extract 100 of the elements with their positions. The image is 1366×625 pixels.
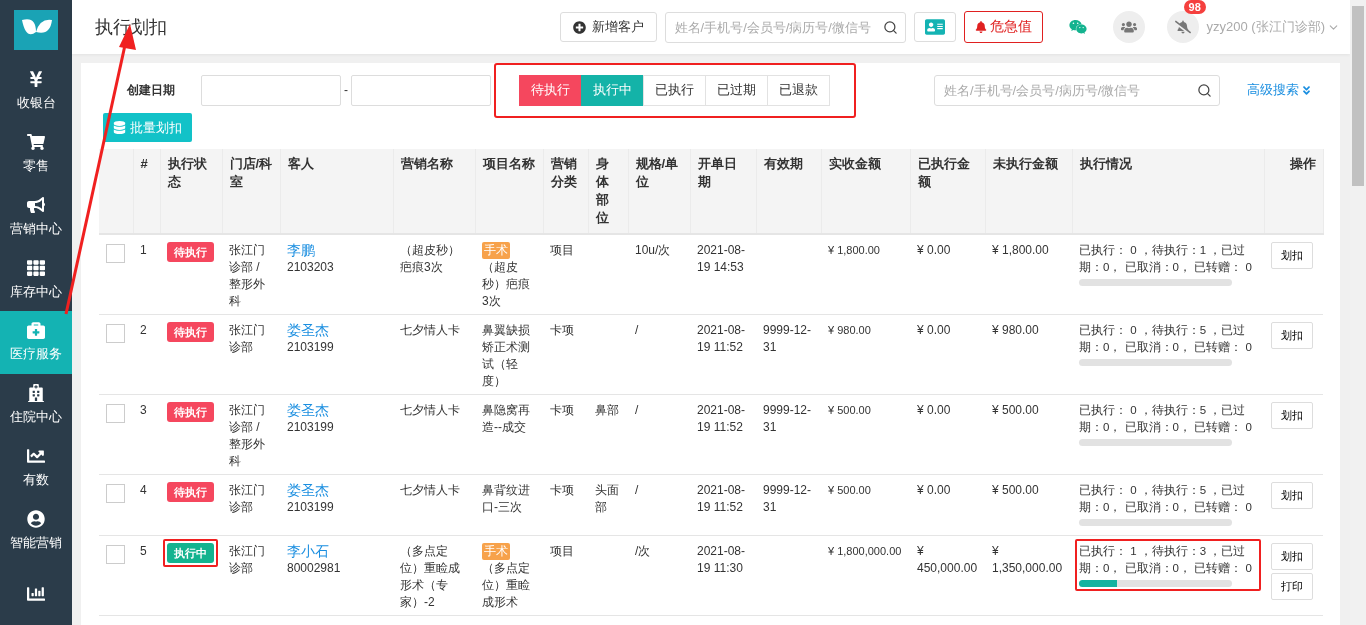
search-field[interactable]: 姓名/手机号/会员号/病历号/微信号: [664, 11, 906, 43]
customer-link[interactable]: 李鹏: [287, 242, 386, 259]
table-cell-text: ¥ 980.00: [828, 323, 872, 338]
sidebar-item[interactable]: 智能营销: [0, 499, 72, 563]
table-cell-text: 头面部: [595, 482, 620, 516]
table-cell-text: 10u/次: [635, 242, 672, 259]
search-icon: [1197, 82, 1212, 98]
notification-button[interactable]: [1166, 11, 1199, 43]
sidebar-item[interactable]: 有数: [0, 436, 72, 500]
status-tab[interactable]: 已退款: [767, 74, 830, 106]
sidebar-item[interactable]: 零售: [0, 122, 72, 186]
action-button[interactable]: 划扣: [1271, 242, 1313, 269]
customer-id: 2103199: [287, 339, 335, 356]
row-number: 2: [140, 322, 148, 339]
progress-text: 已执行： 0 ，待执行：5 ，已过期：0， 已取消：0， 已转赠： 0: [1079, 403, 1253, 435]
action-button[interactable]: 划扣: [1271, 482, 1313, 509]
action-button[interactable]: 划扣: [1271, 543, 1313, 570]
chat-icon[interactable]: [1068, 18, 1087, 36]
advanced-search-link[interactable]: 高级搜索: [1247, 81, 1312, 99]
column-header: 项目名称: [475, 149, 543, 234]
table-cell-text: /: [635, 402, 640, 419]
plus-icon: [572, 20, 586, 34]
status-tab[interactable]: 待执行: [519, 74, 582, 106]
progress-text: 已执行： 0 ，待执行：5 ，已过期：0， 已取消：0， 已转赠： 0: [1079, 483, 1253, 515]
line-chart-icon: [27, 447, 45, 465]
table-cell-text: 张江门诊部 / 整形外科: [229, 242, 266, 310]
cart-icon: [27, 133, 45, 151]
status-tab[interactable]: 已过期: [705, 74, 768, 106]
table-cell-text: ¥ 500.00: [992, 482, 1040, 499]
table-cell-text: 卡项: [550, 322, 575, 339]
table-cell-text: ¥ 1,350,000.00: [992, 543, 1064, 577]
column-header: 门店/科室: [222, 149, 280, 234]
alert-button[interactable]: 危急值: [963, 11, 1043, 43]
tag: 手术: [482, 543, 510, 560]
row-number: 1: [140, 242, 148, 259]
sidebar-item[interactable]: 住院中心: [0, 373, 72, 437]
id-card-button[interactable]: [913, 12, 956, 42]
date-label: 创建日期: [126, 81, 176, 99]
table-cell-text: 9999-12-31: [763, 322, 813, 356]
customer-link[interactable]: 李小石: [287, 543, 386, 560]
column-header: 身体部位: [588, 149, 628, 234]
sidebar-item[interactable]: 库存中心: [0, 248, 72, 311]
table-cell-text: （多点定位）重睑成形术（专家）-2: [400, 543, 461, 611]
table-cell-text: 项目: [550, 242, 575, 259]
person-icon: [27, 509, 45, 528]
customer-link[interactable]: 娄圣杰: [287, 402, 386, 419]
table-cell-text: ¥ 500.00: [828, 483, 872, 498]
table-cell-text: 2021-08-19 14:53: [697, 242, 747, 276]
table-cell-text: 鼻背纹进口-三次: [482, 482, 531, 516]
column-header: 执行情况: [1072, 149, 1264, 234]
table-cell-text: ¥ 1,800.00: [992, 242, 1050, 259]
sidebar-item[interactable]: 收银台: [0, 59, 72, 123]
alarm-icon: [974, 21, 987, 33]
column-header: 客人: [280, 149, 393, 234]
bell-off-icon: [1174, 19, 1191, 35]
table-cell-text: 卡项: [550, 402, 575, 419]
row-checkbox[interactable]: [106, 404, 125, 423]
table-cell-text: 9999-12-31: [763, 482, 813, 516]
table-cell-text: 2021-08-19 11:52: [697, 402, 747, 436]
date-field[interactable]: [201, 74, 341, 106]
date-field[interactable]: [351, 74, 491, 106]
date-separator: -: [344, 83, 348, 97]
row-checkbox[interactable]: [106, 244, 125, 263]
table-cell-text: ¥ 0.00: [917, 402, 952, 419]
table-cell: ¥ 450,000.00: [917, 543, 978, 577]
table-cell-text: 项目: [550, 543, 575, 560]
table-cell-text: 2021-08-19 11:30: [697, 543, 747, 577]
table-cell-text: 七夕情人卡: [400, 322, 461, 339]
customer-link[interactable]: 娄圣杰: [287, 322, 386, 339]
status-tab[interactable]: 已执行: [643, 74, 706, 106]
column-header: 规格/单位: [628, 149, 690, 234]
users-button[interactable]: [1112, 11, 1145, 43]
customer-id: 80002981: [287, 560, 342, 577]
sidebar-item[interactable]: 营销中心: [0, 185, 72, 249]
tag: 手术: [482, 242, 510, 259]
table-cell-text: ¥ 0.00: [917, 322, 952, 339]
search-field[interactable]: 姓名/手机号/会员号/病历号/微信号: [934, 74, 1220, 106]
column-header: 执行状态: [160, 149, 222, 234]
action-button[interactable]: 打印: [1271, 573, 1313, 600]
action-button[interactable]: 划扣: [1271, 322, 1313, 349]
id-card-icon: [924, 17, 945, 37]
table-cell-text: 2021-08-19 11:52: [697, 482, 747, 516]
new-customer-button[interactable]: 新增客户: [559, 12, 657, 42]
database-icon: [113, 121, 126, 134]
progress-text: 已执行： 0 ，待执行：1 ，已过期：0， 已取消：0， 已转赠： 0: [1079, 243, 1253, 275]
table-cell-text: ¥ 0.00: [917, 482, 952, 499]
action-button[interactable]: 划扣: [1271, 402, 1313, 429]
progress-text: 已执行： 1 ，待执行：3 ，已过期：0， 已取消：0， 已转赠： 0: [1079, 544, 1253, 576]
megaphone-icon: [27, 195, 45, 214]
row-checkbox[interactable]: [106, 484, 125, 503]
table-cell-text: /次: [635, 543, 652, 560]
column-header: 营销分类: [543, 149, 588, 234]
table-cell-text: 张江门诊部: [229, 543, 266, 577]
row-checkbox[interactable]: [106, 545, 125, 564]
customer-link[interactable]: 娄圣杰: [287, 482, 386, 499]
search-icon: [882, 19, 898, 35]
customer-id: 2103199: [287, 419, 335, 436]
row-checkbox[interactable]: [106, 324, 125, 343]
table-cell-text: ¥ 980.00: [992, 322, 1040, 339]
progress-text: 已执行： 0 ，待执行：5 ，已过期：0， 已取消：0， 已转赠： 0: [1079, 323, 1253, 355]
